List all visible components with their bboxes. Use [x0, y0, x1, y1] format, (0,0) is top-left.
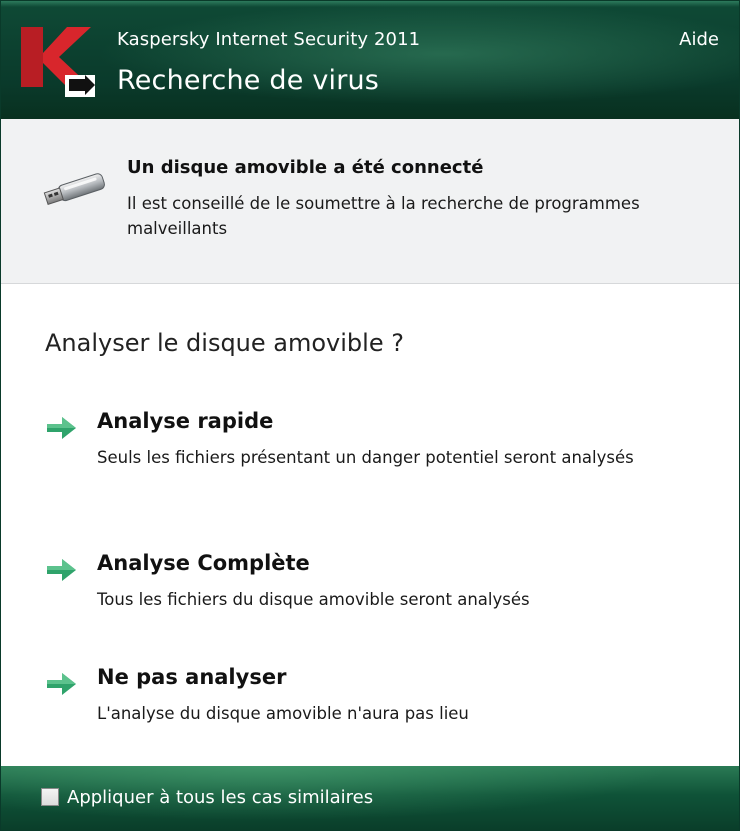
- help-link[interactable]: Aide: [679, 29, 719, 50]
- kaspersky-logo-icon: [21, 27, 95, 97]
- arrow-right-icon: [47, 559, 76, 581]
- apply-all-checkbox[interactable]: [41, 788, 59, 806]
- header-shine: [1, 1, 739, 7]
- notice-title: Un disque amovible a été connecté: [127, 157, 484, 178]
- option-skip-scan[interactable]: Ne pas analyser L'analyse du disque amov…: [1, 665, 739, 765]
- apply-all-label[interactable]: Appliquer à tous les cas similaires: [67, 787, 373, 808]
- scan-question: Analyser le disque amovible ?: [45, 329, 404, 357]
- dialog-header: Kaspersky Internet Security 2011 Recherc…: [1, 1, 739, 119]
- notice-description: Il est conseillé de le soumettre à la re…: [127, 194, 640, 238]
- option-full-scan[interactable]: Analyse Complète Tous les fichiers du di…: [1, 551, 739, 651]
- option-description: Tous les fichiers du disque amovible ser…: [97, 590, 530, 609]
- option-description: Seuls les fichiers présentant un danger …: [97, 448, 634, 467]
- option-title: Analyse Complète: [97, 551, 310, 575]
- option-title: Analyse rapide: [97, 409, 274, 433]
- option-description: L'analyse du disque amovible n'aura pas …: [97, 704, 469, 723]
- arrow-right-icon: [47, 673, 76, 695]
- notification-panel: Un disque amovible a été connecté Il est…: [1, 119, 739, 284]
- app-name: Kaspersky Internet Security 2011: [117, 29, 421, 50]
- window-title: Recherche de virus: [117, 65, 380, 96]
- arrow-right-icon: [47, 417, 76, 439]
- option-title: Ne pas analyser: [97, 665, 287, 689]
- usb-drive-icon: [43, 173, 105, 205]
- option-quick-scan[interactable]: Analyse rapide Seuls les fichiers présen…: [1, 409, 739, 509]
- dialog-footer: Appliquer à tous les cas similaires: [1, 766, 739, 830]
- dialog-window: Kaspersky Internet Security 2011 Recherc…: [0, 0, 740, 831]
